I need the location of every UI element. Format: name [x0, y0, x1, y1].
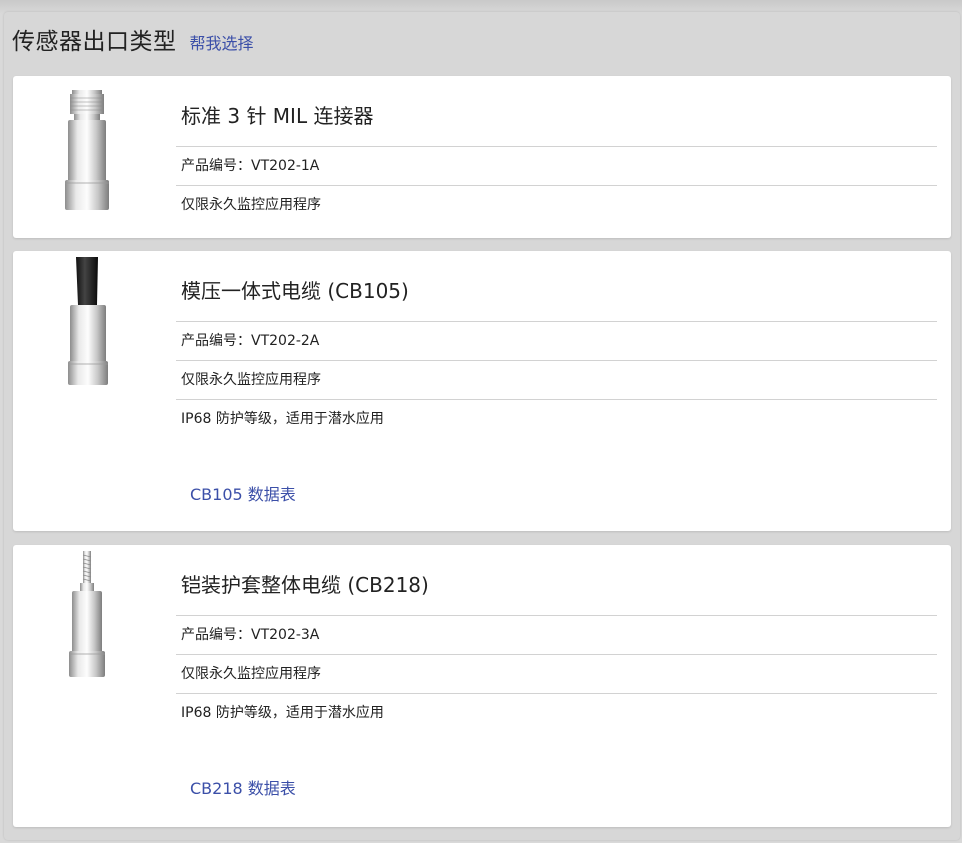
outlet-option-card-cb218[interactable]: 铠装护套整体电缆 (CB218) 产品编号：VT202-3A 仅限永久监控应用程…: [13, 545, 951, 827]
help-me-choose-link[interactable]: 帮我选择: [190, 30, 254, 54]
cb105-datasheet-link[interactable]: CB105 数据表: [190, 481, 296, 505]
page-title: 传感器出口类型: [12, 29, 177, 55]
part-number: 产品编号：VT202-1A: [176, 146, 937, 185]
application-note: 仅限永久监控应用程序: [176, 360, 937, 399]
outlet-option-card-mil[interactable]: 标准 3 针 MIL 连接器 产品编号：VT202-1A 仅限永久监控应用程序: [13, 76, 951, 238]
part-number: 产品编号：VT202-3A: [176, 615, 937, 654]
molded-cable-sensor-icon: [43, 257, 143, 397]
card-body: 标准 3 针 MIL 连接器 产品编号：VT202-1A 仅限永久监控应用程序: [176, 94, 937, 224]
armored-cable-sensor-icon: [43, 551, 143, 691]
application-note: 仅限永久监控应用程序: [176, 654, 937, 693]
part-number: 产品编号：VT202-2A: [176, 321, 937, 360]
outlet-option-card-cb105[interactable]: 模压一体式电缆 (CB105) 产品编号：VT202-2A 仅限永久监控应用程序…: [13, 251, 951, 531]
protection-rating: IP68 防护等级，适用于潜水应用: [176, 399, 937, 438]
panel-header: 传感器出口类型 帮我选择: [12, 22, 254, 58]
card-body: 模压一体式电缆 (CB105) 产品编号：VT202-2A 仅限永久监控应用程序…: [176, 269, 937, 438]
card-title: 模压一体式电缆 (CB105): [181, 279, 409, 303]
cb218-datasheet-link[interactable]: CB218 数据表: [190, 775, 296, 799]
protection-rating: IP68 防护等级，适用于潜水应用: [176, 693, 937, 732]
card-title: 铠装护套整体电缆 (CB218): [181, 573, 429, 597]
mil-connector-sensor-icon: [43, 88, 143, 228]
sensor-outlet-panel: 传感器出口类型 帮我选择 标准 3 针 MIL 连接器 产品编号：VT202-1…: [4, 12, 960, 840]
card-body: 铠装护套整体电缆 (CB218) 产品编号：VT202-3A 仅限永久监控应用程…: [176, 563, 937, 732]
card-title: 标准 3 针 MIL 连接器: [181, 104, 374, 128]
application-note: 仅限永久监控应用程序: [176, 185, 937, 224]
